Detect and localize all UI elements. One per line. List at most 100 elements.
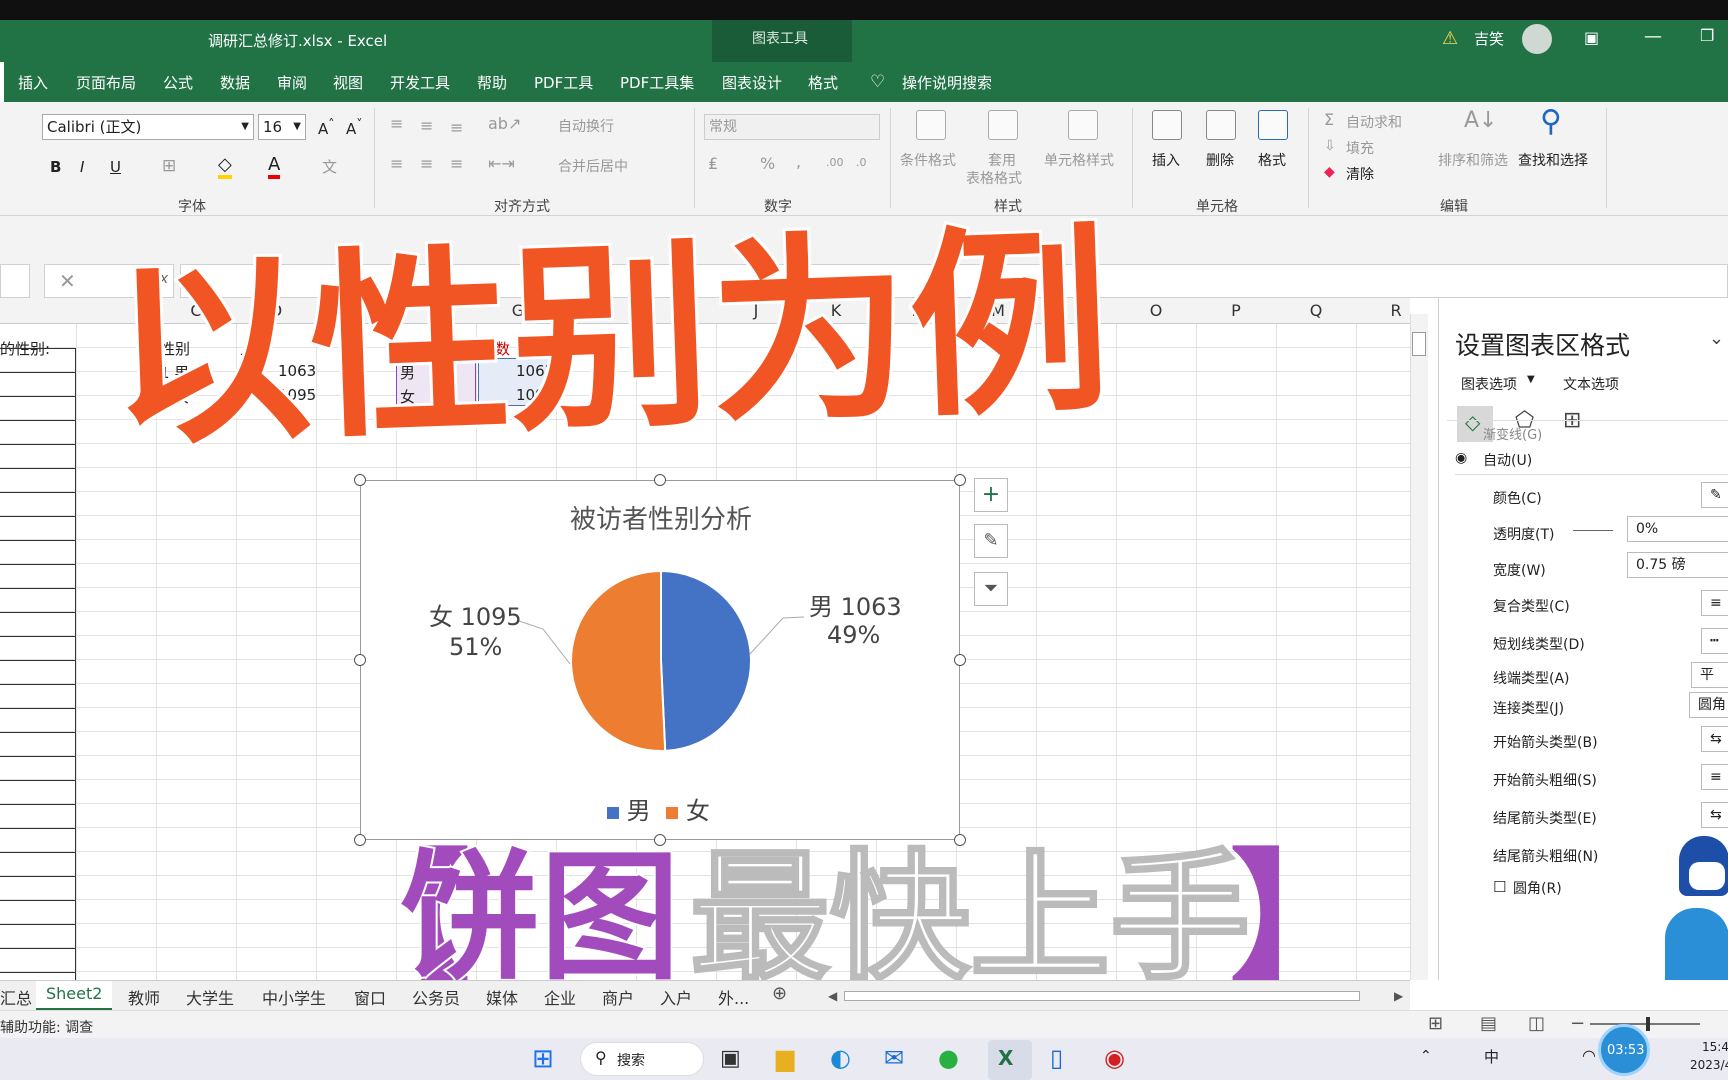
tab-pdf-toolset[interactable]: PDF工具集 <box>620 72 694 93</box>
clock-date[interactable]: 2023/4 <box>1690 1058 1728 1072</box>
sheet-tab-household[interactable]: 入户 <box>660 985 692 1009</box>
col-header-p[interactable]: P <box>1218 298 1254 324</box>
tab-developer[interactable]: 开发工具 <box>390 72 450 93</box>
netease-music-icon[interactable]: ◉ <box>1104 1044 1125 1072</box>
italic-button[interactable]: I <box>80 158 84 176</box>
gradient-line-option[interactable]: 渐变线(G) <box>1483 424 1542 443</box>
transparency-input[interactable]: 0% <box>1627 516 1728 542</box>
data-label-female-pct[interactable]: 51% <box>449 633 502 661</box>
align-center-icon[interactable]: ≡ <box>420 154 433 173</box>
radio-auto-selected[interactable]: ◉ <box>1455 450 1467 466</box>
horizontal-scrollbar[interactable] <box>844 991 1360 1001</box>
tab-data[interactable]: 数据 <box>220 72 250 93</box>
chart-legend[interactable]: 男 女 <box>607 791 710 826</box>
currency-icon[interactable]: ₤ <box>708 154 718 173</box>
ime-indicator[interactable]: 中 <box>1484 1046 1499 1067</box>
sheet-tab-merchant[interactable]: 商户 <box>602 985 634 1009</box>
indent-icon[interactable]: ⇤⇥ <box>488 154 515 173</box>
minimize-icon[interactable]: — <box>1644 26 1662 47</box>
shrink-font-icon[interactable]: A˅ <box>346 116 363 138</box>
data-label-female-value[interactable]: 女 1095 <box>429 597 522 632</box>
sheet-tab-school[interactable]: 中小学生 <box>262 985 326 1009</box>
tab-page-layout[interactable]: 页面布局 <box>76 72 136 93</box>
phonetic-icon[interactable]: 文 <box>322 156 337 177</box>
zoom-out-icon[interactable]: − <box>1570 1013 1585 1034</box>
edge-browser-icon[interactable]: ◐ <box>830 1044 851 1072</box>
chart-elements-button[interactable]: + <box>974 478 1008 512</box>
data-label-male-value[interactable]: 男 1063 <box>809 587 902 622</box>
col-header-q[interactable]: Q <box>1298 298 1334 324</box>
autosum-icon[interactable]: Σ <box>1324 110 1334 129</box>
taskbar-search[interactable]: 搜索 ⚲ <box>580 1042 704 1076</box>
resize-handle[interactable] <box>654 474 666 486</box>
align-right-icon[interactable]: ≡ <box>450 154 463 173</box>
percent-button[interactable]: % <box>760 154 775 173</box>
conditional-format-button[interactable]: 条件格式 <box>900 150 956 170</box>
sheet-tab-teacher[interactable]: 教师 <box>128 985 160 1009</box>
tab-pdf-tools[interactable]: PDF工具 <box>534 72 593 93</box>
scroll-left-icon[interactable]: ◀ <box>828 989 837 1003</box>
col-header-o[interactable]: O <box>1138 298 1174 324</box>
compound-type-select[interactable]: ≡ <box>1701 590 1728 616</box>
pie-slice-male[interactable] <box>660 569 752 752</box>
sheet-tab-enterprise[interactable]: 企业 <box>544 985 576 1009</box>
delete-cells-button[interactable]: 删除 <box>1206 150 1234 170</box>
zoom-slider-thumb[interactable] <box>1646 1017 1650 1031</box>
mail-icon[interactable]: ✉ <box>884 1044 904 1072</box>
underline-button[interactable]: U <box>110 158 121 176</box>
phone-link-icon[interactable]: ▯ <box>1050 1044 1063 1072</box>
rounded-checkbox[interactable]: ☐ <box>1493 878 1506 896</box>
chart-options-dropdown-icon[interactable]: ▼ <box>1527 374 1535 385</box>
sort-filter-button[interactable]: 排序和筛选 <box>1438 150 1508 170</box>
ribbon-display-icon[interactable]: ▣ <box>1584 28 1599 47</box>
color-picker[interactable]: ✎ <box>1701 482 1728 508</box>
tab-format[interactable]: 格式 <box>808 72 838 93</box>
tab-text-options[interactable]: 文本选项 <box>1563 374 1619 394</box>
chart-filter-icon[interactable]: ⏷ <box>974 572 1008 606</box>
avatar[interactable] <box>1522 24 1552 54</box>
align-bottom-icon[interactable]: ≡ <box>450 118 463 137</box>
border-icon[interactable]: ⊞ <box>162 156 176 176</box>
cell-style-button[interactable]: 单元格样式 <box>1044 150 1114 170</box>
sheet-tab-civil-servant[interactable]: 公务员 <box>412 985 460 1009</box>
find-select-button[interactable]: 查找和选择 <box>1518 150 1588 170</box>
tab-review[interactable]: 审阅 <box>277 72 307 93</box>
clock-time[interactable]: 15:4 <box>1702 1040 1728 1054</box>
windows-start-icon[interactable]: ⊞ <box>532 1044 554 1074</box>
tray-overflow-icon[interactable]: ⌃ <box>1420 1048 1432 1064</box>
tab-chart-design[interactable]: 图表设计 <box>722 72 782 93</box>
decrease-decimal-icon[interactable]: .0 <box>856 156 867 169</box>
tab-formulas[interactable]: 公式 <box>163 72 193 93</box>
width-input[interactable]: 0.75 磅 <box>1627 552 1728 578</box>
merge-center-button[interactable]: 合并后居中 <box>558 156 628 176</box>
pie-slice-female[interactable] <box>570 569 667 752</box>
name-box[interactable] <box>0 264 30 298</box>
wifi-icon[interactable]: ◠ <box>1582 1046 1596 1065</box>
pie-chart-area[interactable]: 被访者性别分析 男 1063 49% 女 1095 51% 男 女 <box>354 474 966 846</box>
begin-arrow-type-select[interactable]: ⇆ <box>1701 726 1728 752</box>
cell-a1[interactable]: 的性别: <box>0 338 50 359</box>
sheet-tab-more[interactable]: 外... <box>718 985 749 1009</box>
task-view-icon[interactable]: ▣ <box>720 1046 741 1071</box>
grow-font-icon[interactable]: A˄ <box>318 116 335 138</box>
clear-button[interactable]: 清除 <box>1346 164 1374 184</box>
comma-button[interactable]: , <box>796 152 801 171</box>
normal-view-icon[interactable]: ⊞ <box>1428 1013 1443 1034</box>
tab-help[interactable]: 帮助 <box>477 72 507 93</box>
fill-button[interactable]: 填充 <box>1346 138 1374 158</box>
restore-icon[interactable]: ❐ <box>1700 26 1714 45</box>
wrap-text-button[interactable]: 自动换行 <box>558 116 614 136</box>
tell-me-search[interactable]: 操作说明搜索 <box>902 72 992 93</box>
dash-type-select[interactable]: ┅ <box>1701 628 1728 654</box>
page-layout-view-icon[interactable]: ▤ <box>1480 1013 1497 1034</box>
cap-type-select[interactable]: 平 <box>1691 662 1728 688</box>
sheet-tab-summary[interactable]: 汇总 <box>0 985 32 1009</box>
bold-button[interactable]: B <box>50 158 61 176</box>
begin-arrow-size-select[interactable]: ≡ <box>1701 764 1728 790</box>
lightbulb-icon[interactable]: ♡ <box>870 72 885 92</box>
pane-collapse-icon[interactable]: ⌄ <box>1709 328 1724 349</box>
add-sheet-icon[interactable]: ⊕ <box>772 983 787 1004</box>
scroll-right-icon[interactable]: ▶ <box>1394 989 1403 1003</box>
orientation-icon[interactable]: ab↗ <box>488 114 521 133</box>
font-name-select[interactable]: Calibri (正文) ▼ <box>42 114 254 140</box>
